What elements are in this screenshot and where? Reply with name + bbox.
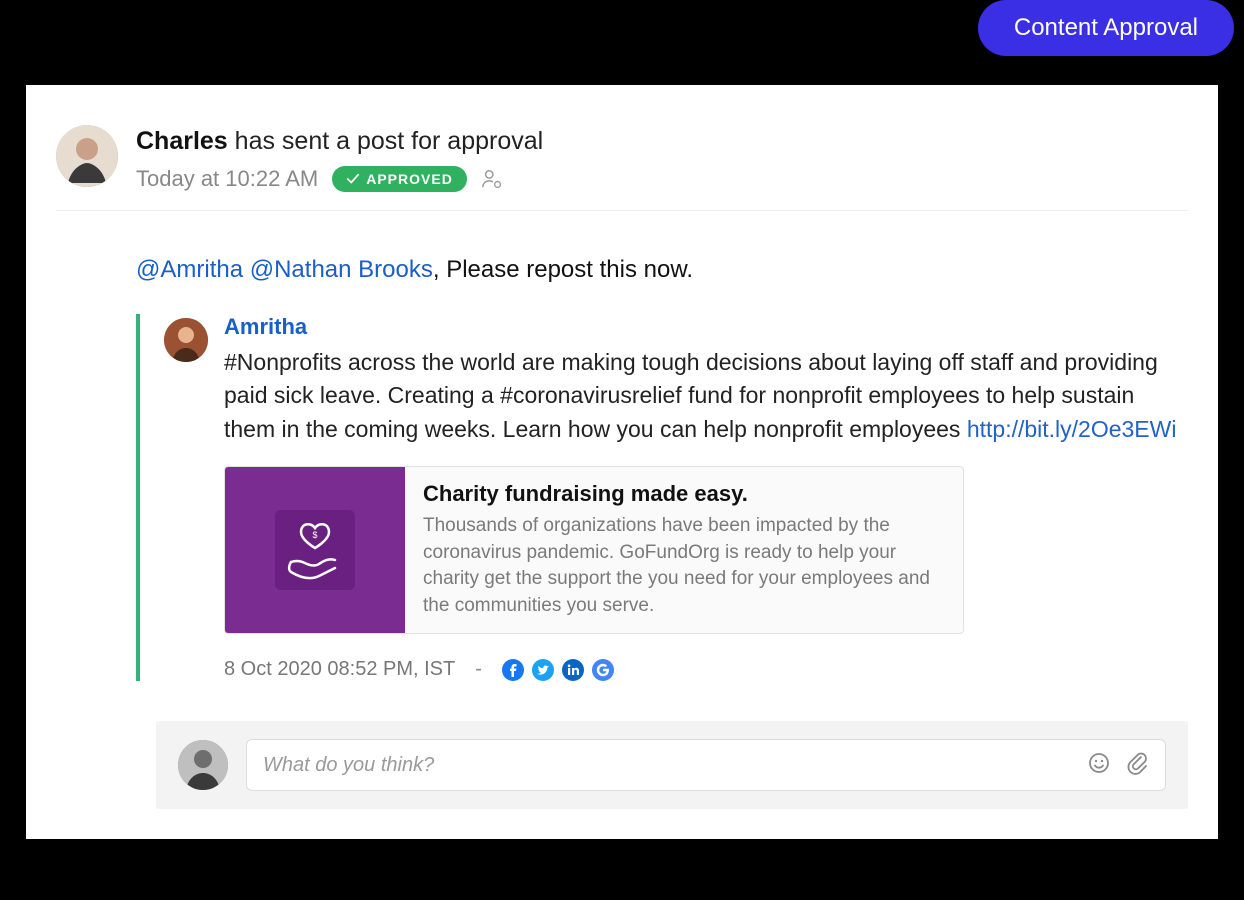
- svg-text:$: $: [312, 530, 317, 540]
- instruction-tail: , Please repost this now.: [433, 256, 693, 283]
- preview-description: Thousands of organizations have been imp…: [423, 513, 945, 619]
- facebook-icon[interactable]: [502, 659, 524, 681]
- link-preview-card[interactable]: $ Charity fundraising made easy. Thousan…: [224, 466, 964, 634]
- charity-hand-heart-icon: $: [225, 467, 405, 633]
- quoted-content: Amritha #Nonprofits across the world are…: [224, 314, 1188, 681]
- link-preview-body: Charity fundraising made easy. Thousands…: [405, 467, 963, 633]
- approval-card: Charles has sent a post for approval Tod…: [26, 85, 1218, 839]
- status-badge: APPROVED: [332, 166, 467, 192]
- commenter-avatar[interactable]: [178, 740, 228, 790]
- check-icon: [346, 172, 360, 186]
- mention-amritha[interactable]: @Amritha: [136, 256, 243, 283]
- comment-area: [156, 721, 1188, 809]
- header-meta: Today at 10:22 AM APPROVED: [136, 166, 1188, 192]
- social-icons: [502, 659, 614, 681]
- post-meta: 8 Oct 2020 08:52 PM, IST -: [224, 658, 1188, 681]
- header-text: Charles has sent a post for approval Tod…: [136, 125, 1188, 192]
- status-label: APPROVED: [366, 171, 453, 187]
- sender-name: Charles: [136, 127, 228, 155]
- post-text: #Nonprofits across the world are making …: [224, 346, 1188, 446]
- card-body: @Amritha @Nathan Brooks, Please repost t…: [136, 256, 1188, 809]
- user-settings-icon[interactable]: [481, 168, 503, 190]
- comment-input[interactable]: [263, 754, 1087, 777]
- twitter-icon[interactable]: [532, 659, 554, 681]
- meta-separator: -: [475, 658, 482, 681]
- comment-input-wrapper: [246, 739, 1166, 791]
- card-header: Charles has sent a post for approval Tod…: [56, 125, 1188, 211]
- post-author-avatar[interactable]: [164, 318, 208, 362]
- google-icon[interactable]: [592, 659, 614, 681]
- header-timestamp: Today at 10:22 AM: [136, 166, 318, 192]
- quoted-post: Amritha #Nonprofits across the world are…: [136, 314, 1188, 681]
- header-action: has sent a post for approval: [235, 127, 544, 155]
- emoji-icon[interactable]: [1087, 751, 1111, 780]
- post-author-name[interactable]: Amritha: [224, 314, 1188, 340]
- header-title: Charles has sent a post for approval: [136, 127, 1188, 156]
- comment-input-icons: [1087, 751, 1149, 780]
- post-link[interactable]: http://bit.ly/2Oe3EWi: [967, 416, 1177, 442]
- instruction-text: @Amritha @Nathan Brooks, Please repost t…: [136, 256, 1188, 284]
- attachment-icon[interactable]: [1125, 751, 1149, 780]
- content-approval-badge: Content Approval: [978, 0, 1234, 56]
- sender-avatar[interactable]: [56, 125, 118, 187]
- linkedin-icon[interactable]: [562, 659, 584, 681]
- post-timestamp: 8 Oct 2020 08:52 PM, IST: [224, 658, 455, 681]
- mention-nathan[interactable]: @Nathan Brooks: [250, 256, 433, 283]
- preview-title: Charity fundraising made easy.: [423, 481, 945, 507]
